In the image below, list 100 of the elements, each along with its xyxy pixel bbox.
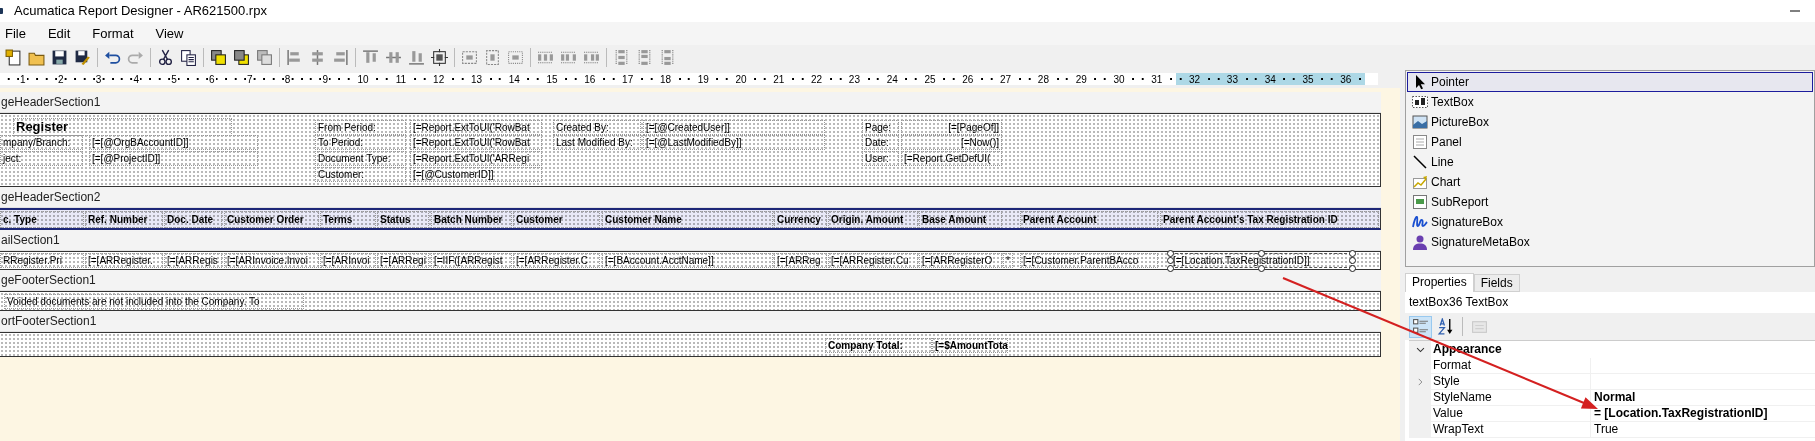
column-heading[interactable]: Origin. Amount [828, 211, 918, 228]
column-heading[interactable]: Status [377, 211, 429, 228]
section-band[interactable]: geHeaderSection1 [0, 92, 1381, 113]
design-textbox[interactable]: [=[@CreatedUser]] [643, 120, 825, 135]
ruler-number: 28 [1036, 73, 1050, 85]
design-textbox[interactable]: User: [862, 151, 899, 166]
menu-item[interactable]: File [0, 22, 35, 45]
design-textbox[interactable]: [=Report.ExtToUI('RowBat [410, 120, 542, 135]
tab[interactable]: Fields [1473, 274, 1520, 292]
horizontal-spacing-icon [560, 49, 577, 66]
same-size-icon [507, 49, 524, 66]
menu-item[interactable]: Format [87, 22, 143, 45]
design-textbox[interactable]: Date: [862, 135, 899, 150]
design-textbox[interactable]: [=[ARInvoi [320, 253, 376, 268]
design-textbox[interactable]: [=[@ProjectID]] [89, 151, 258, 166]
toolbox-item[interactable]: PictureBox [1407, 112, 1813, 132]
ruler-number: 9 [321, 73, 330, 85]
design-textbox[interactable]: [=[ARRegister. [85, 253, 163, 268]
section-band[interactable]: geHeaderSection2 [0, 187, 1381, 208]
toolbox-item[interactable]: SubReport [1407, 192, 1813, 212]
design-textbox[interactable]: [=Now()] [901, 135, 1002, 150]
section-title: geFooterSection1 [0, 272, 96, 288]
column-heading[interactable]: Currency [774, 211, 827, 228]
redo-icon [127, 49, 144, 66]
column-heading[interactable]: Terms [320, 211, 376, 228]
column-heading[interactable]: Customer Name [602, 211, 773, 228]
design-textbox[interactable]: Document Type: [315, 151, 406, 166]
section-band[interactable]: ortFooterSection1 [0, 311, 1381, 332]
design-textbox[interactable]: Register [13, 118, 232, 136]
toolbox-item[interactable]: Chart [1407, 172, 1813, 192]
design-textbox[interactable]: [=[@LastModifiedBy]] [643, 135, 825, 150]
design-textbox[interactable]: [=$AmountTota [932, 338, 1008, 353]
design-textbox[interactable]: From Period: [315, 120, 406, 135]
vertical-spacing-icon [613, 49, 630, 66]
person-icon [1412, 234, 1428, 250]
ruler-number: 18 [658, 73, 672, 85]
design-textbox[interactable]: [=[ARRegis [164, 253, 222, 268]
line-icon [1412, 154, 1428, 170]
menu-item[interactable]: Edit [42, 22, 80, 45]
vertical-spacing-icon [659, 49, 676, 66]
toolbox-item[interactable]: SignatureBox [1407, 212, 1813, 232]
design-textbox[interactable]: Voided documents are not included into the Company. To [4, 294, 304, 309]
design-textbox[interactable]: [=[Customer.ParentBAcco [1020, 253, 1158, 268]
design-textbox[interactable]: ject: [0, 151, 83, 166]
property-value[interactable]: Normal [1591, 390, 1815, 406]
toolbox-item[interactable]: Pointer [1407, 72, 1813, 92]
design-textbox[interactable]: [=[ARInvoice.Invoi [224, 253, 319, 268]
design-textbox[interactable]: [=[@CustomerID]] [410, 167, 542, 182]
column-heading[interactable]: Customer Order [224, 211, 319, 228]
design-textbox[interactable]: To Period: [315, 135, 406, 150]
design-textbox[interactable]: RRegister.Pri [0, 253, 84, 268]
design-textbox[interactable]: [=[@OrgBAccountID]] [89, 135, 258, 150]
column-heading[interactable]: Ref. Number [85, 211, 163, 228]
column-heading[interactable]: Doc. Date [164, 211, 222, 228]
design-textbox[interactable]: [=[ARRegister.Cu [828, 253, 918, 268]
toolbox-label: SubReport [1431, 194, 1489, 210]
design-textbox[interactable]: [=Report.ExtToUI('RowBat [410, 135, 542, 150]
design-textbox[interactable]: [=IIF([ARRegist [431, 253, 512, 268]
ruler-number: 6 [208, 73, 216, 85]
view-toggle-button[interactable] [1409, 315, 1432, 338]
toolbox-label: TextBox [1431, 94, 1474, 110]
design-textbox[interactable]: [=Report.ExtToUI('ARRegi [410, 151, 542, 166]
section-band[interactable]: ailSection1 [0, 230, 1381, 251]
design-textbox[interactable]: * [1003, 253, 1013, 268]
design-textbox[interactable]: Last Modified By: [553, 135, 641, 150]
design-textbox[interactable]: Created By: [553, 120, 641, 135]
chevron-right-icon[interactable] [1415, 377, 1425, 387]
tab[interactable]: Properties [1405, 273, 1474, 292]
toolbox-label: Chart [1431, 174, 1461, 190]
menu-item[interactable]: View [150, 22, 193, 45]
column-heading[interactable]: Parent Account's Tax Registration ID [1160, 211, 1379, 228]
column-heading[interactable]: Base Amount [919, 211, 1002, 228]
toolbox-item[interactable]: TextBox [1407, 92, 1813, 112]
design-textbox[interactable]: [=[ARRegister.C [513, 253, 600, 268]
ruler-number: 27 [999, 73, 1013, 85]
column-heading[interactable]: Parent Account [1020, 211, 1158, 228]
design-textbox[interactable]: Customer: [315, 167, 406, 182]
design-textbox[interactable]: Company Total: [825, 338, 932, 353]
section-band[interactable]: geFooterSection1 [0, 270, 1381, 291]
design-textbox[interactable]: [=[ARReg [774, 253, 827, 268]
design-textbox[interactable]: [=Report.GetDefUI( [901, 151, 1002, 166]
toolbox-item[interactable]: Line [1407, 152, 1813, 172]
design-textbox[interactable]: [=[ARRegi [377, 253, 429, 268]
property-value[interactable]: = [Location.TaxRegistrationID] [1591, 406, 1815, 422]
design-textbox[interactable]: mpany/Branch: [0, 135, 83, 150]
design-textbox[interactable]: Page: [862, 120, 899, 135]
new-report-icon [5, 49, 22, 66]
toolbox-item[interactable]: Panel [1407, 132, 1813, 152]
column-heading[interactable]: Customer [513, 211, 600, 228]
column-heading[interactable]: c. Type [0, 211, 84, 228]
toolbar-button[interactable] [428, 46, 451, 69]
property-value[interactable]: True [1591, 422, 1815, 438]
design-textbox[interactable]: [=[PageOf]] [901, 120, 1002, 135]
align-right-icon [332, 49, 349, 66]
align-center-icon [309, 49, 326, 66]
column-heading[interactable]: Batch Number [431, 211, 512, 228]
design-textbox[interactable]: [=[BAccount.AcctName]] [602, 253, 773, 268]
ruler-number: 14 [507, 73, 521, 85]
design-textbox[interactable]: [=[ARRegisterO [919, 253, 1002, 268]
toolbox-item[interactable]: SignatureMetaBox [1407, 232, 1813, 252]
